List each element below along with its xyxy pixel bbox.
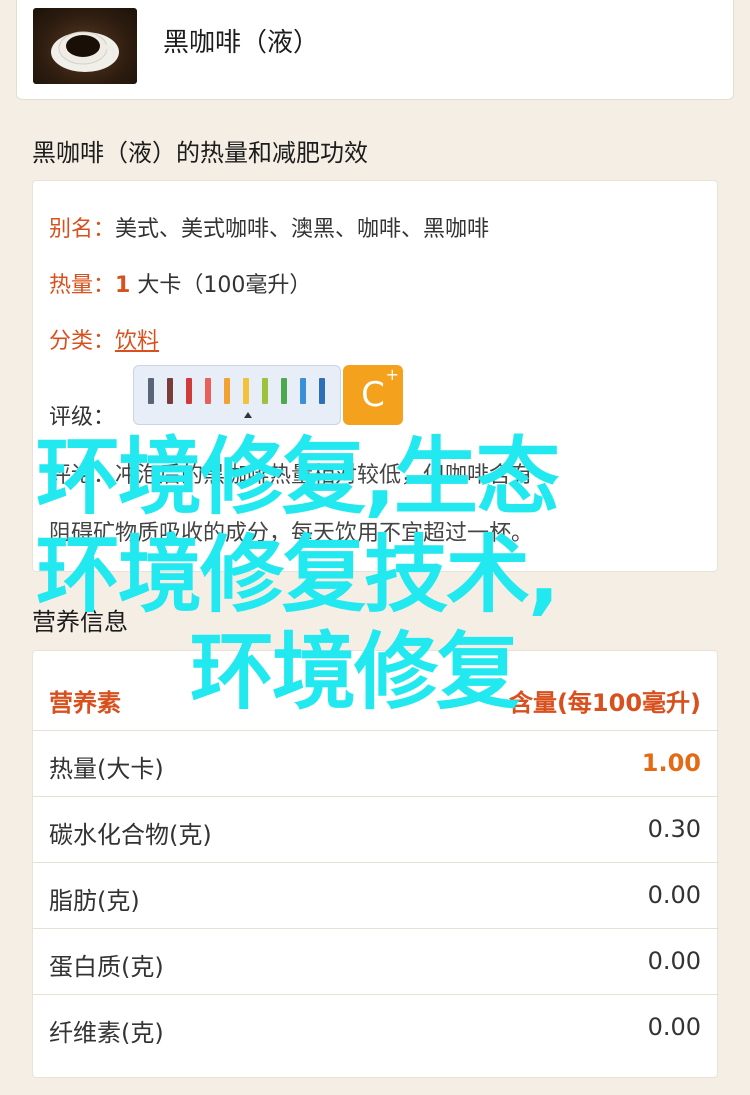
rating-scale-bar — [281, 378, 287, 404]
rating-scale-bar — [186, 378, 192, 404]
header-amount: 含量(每100毫升) — [508, 689, 701, 717]
nutrient-name: 蛋白质(克) — [49, 953, 164, 981]
info-section-title: 黑咖啡（液）的热量和减肥功效 — [32, 139, 368, 167]
coffee-cup-icon — [33, 8, 137, 84]
category-row: 分类：饮料 — [49, 323, 159, 355]
nutrient-name: 热量(大卡) — [49, 755, 164, 783]
calorie-number: 1 — [115, 273, 131, 298]
table-row: 脂肪(克) 0.00 — [33, 863, 719, 929]
rating-scale-bar — [243, 378, 249, 404]
category-link[interactable]: 饮料 — [115, 329, 159, 354]
alias-row: 别名：美式、美式咖啡、澳黑、咖啡、黑咖啡 — [49, 211, 489, 243]
rating-scale-bar — [319, 378, 325, 404]
nutrient-value: 0.00 — [647, 947, 701, 975]
nutrient-name: 碳水化合物(克) — [49, 821, 212, 849]
rating-scale-bar — [262, 378, 268, 404]
table-row: 蛋白质(克) 0.00 — [33, 929, 719, 995]
rating-grade: C — [361, 375, 385, 415]
calorie-label: 热量： — [49, 273, 116, 298]
category-label: 分类： — [49, 329, 116, 354]
rating-scale-bar — [300, 378, 306, 404]
rating-scale-bar — [148, 378, 154, 404]
table-row: 热量(大卡) 1.00 — [33, 731, 719, 797]
product-name: 黑咖啡（液） — [163, 28, 320, 58]
product-header-card[interactable]: 黑咖啡（液） — [16, 0, 734, 100]
table-row: 纤维素(克) 0.00 — [33, 995, 719, 1061]
rating-scale-bar — [224, 378, 230, 404]
nutrient-name: 脂肪(克) — [49, 887, 140, 915]
rating-scale-bar — [205, 378, 211, 404]
calorie-row: 热量：1 大卡（100毫升） — [49, 267, 311, 299]
alias-value: 美式、美式咖啡、澳黑、咖啡、黑咖啡 — [115, 217, 490, 242]
table-row: 碳水化合物(克) 0.30 — [33, 797, 719, 863]
nutrient-value: 0.30 — [647, 815, 701, 843]
calorie-unit: 大卡（100毫升） — [130, 273, 312, 298]
alias-label: 别名： — [49, 217, 116, 242]
rating-plus: + — [385, 365, 399, 384]
rating-scale-bar — [167, 378, 173, 404]
nutrient-value: 0.00 — [647, 881, 701, 909]
overlay-text-line-3: 环境修复 — [190, 623, 520, 721]
nutrient-name: 纤维素(克) — [49, 1019, 164, 1047]
nutrient-value: 1.00 — [641, 749, 701, 777]
nutrient-value: 0.00 — [647, 1013, 701, 1041]
header-nutrient: 营养素 — [49, 689, 121, 717]
